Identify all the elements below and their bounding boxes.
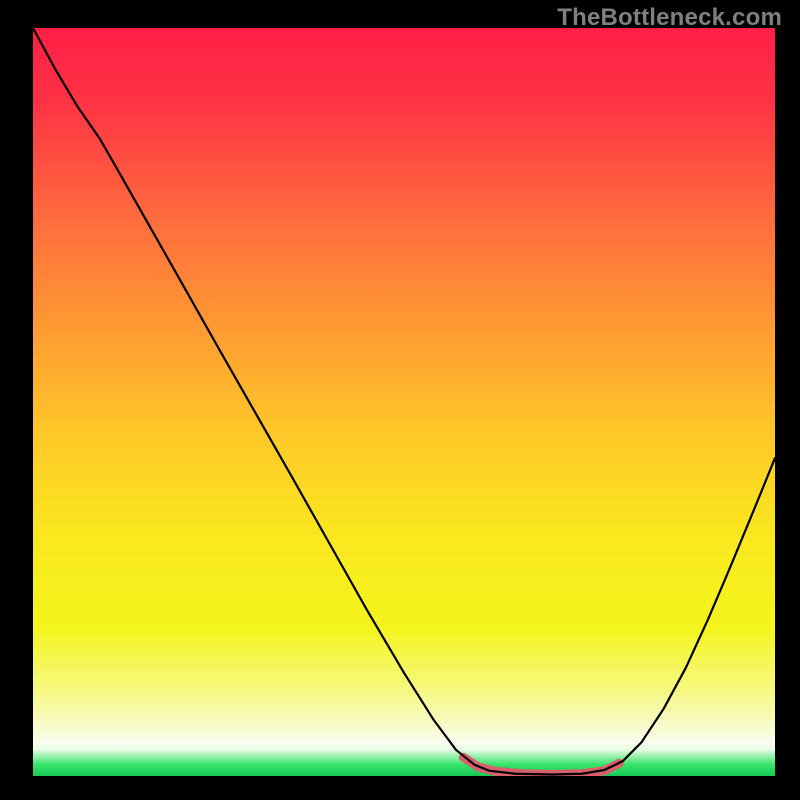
gradient-background [33,28,775,776]
plot-area [33,28,775,776]
watermark-text: TheBottleneck.com [557,4,782,32]
chart-svg [33,28,775,776]
